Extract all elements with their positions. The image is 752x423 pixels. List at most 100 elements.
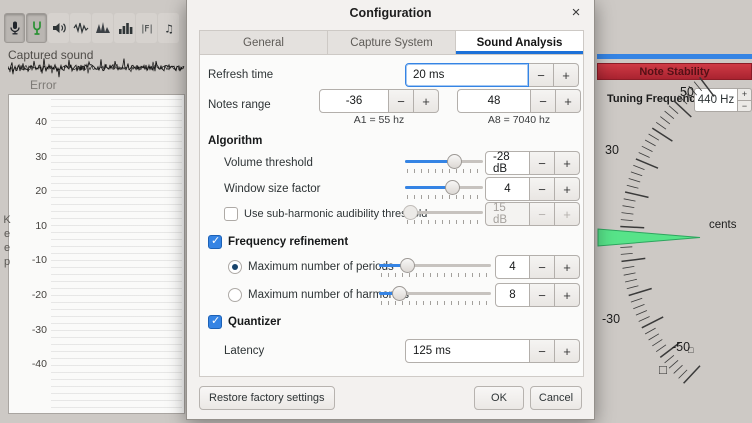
subharmonic-checkbox[interactable] [224,207,238,221]
note-glyph-box-small: □ [688,345,693,355]
error-plot-panel: 40302010-10-20-30-40 [8,94,185,414]
error-plot-gridlines [51,99,182,409]
refresh-time-input[interactable]: 20 ms [405,63,529,87]
max-harmonics-slider[interactable] [379,284,491,306]
ok-button[interactable]: OK [474,386,524,410]
spin-minus-button[interactable]: − [529,63,554,87]
close-icon[interactable]: × [567,4,585,22]
axis-tick-label: -30 [15,324,47,336]
speaker-button[interactable] [48,13,69,43]
notes-range-max-spinner: 48 − + [457,89,581,113]
waveform-button[interactable] [70,13,91,43]
speaker-icon [51,20,67,36]
captured-sound-waveform [8,57,185,79]
waveform-icon [73,20,89,36]
spin-minus-button[interactable]: − [531,89,556,113]
notes-range-min-spinner: -36 − + [319,89,439,113]
spin-plus-button[interactable]: + [556,89,581,113]
spin-minus-button: − [530,202,555,226]
spin-plus-button[interactable]: + [555,255,580,279]
slider-ticks [407,169,481,173]
max-harmonics-radio[interactable] [228,288,242,302]
main-toolbar: |F| ♫ [4,13,179,43]
dialog-tab-bar: General Capture System Sound Analysis [199,30,584,55]
axis-tick-label: 40 [15,116,47,128]
quantizer-label: Quantizer [228,310,281,334]
note-glyph-box: □ [659,362,667,377]
notes-button[interactable]: ♫ [158,13,179,43]
volume-threshold-input[interactable]: -28 dB [485,151,530,175]
spin-plus-button[interactable]: + [555,177,580,201]
formants-button[interactable]: |F| [136,13,157,43]
axis-tick-label: 20 [15,185,47,197]
slider-handle[interactable] [445,180,460,195]
volume-threshold-spinner: -28 dB − + [485,151,580,175]
notes-range-label: Notes range [208,93,271,117]
histogram-icon [117,20,133,36]
slider-handle[interactable] [447,154,462,169]
refresh-time-spinner: 20 ms − + [405,63,579,87]
spin-minus-button[interactable]: − [530,151,555,175]
cents-unit-label: cents [709,219,737,231]
subharmonic-label: Use sub-harmonic audibility threshold [244,202,427,226]
tab-capture-system[interactable]: Capture System [328,31,456,54]
microphone-button[interactable] [4,13,25,43]
axis-tick-label: -20 [15,289,47,301]
volume-threshold-slider[interactable] [405,152,483,174]
cents-gauge [595,70,752,423]
slider-handle [403,205,418,220]
spin-minus-button[interactable]: − [530,283,555,307]
notes-range-max-hint: A8 = 7040 hz [457,113,581,127]
tab-sound-analysis[interactable]: Sound Analysis [456,31,583,54]
max-periods-input[interactable]: 4 [495,255,530,279]
notes-range-min-hint: A1 = 55 hz [319,113,439,127]
gauge-needle [598,229,700,246]
spin-minus-button[interactable]: − [530,339,555,363]
histogram-button[interactable] [114,13,135,43]
app-window: |F| ♫ Captured sound Error 40302010-10-2… [0,0,752,423]
cancel-button[interactable]: Cancel [530,386,582,410]
slider-handle[interactable] [400,258,415,273]
gauge-label-50: 50 [680,85,694,99]
notes-icon: ♫ [161,20,177,36]
spin-plus-button[interactable]: + [554,63,579,87]
configuration-dialog: Configuration × General Capture System S… [186,0,595,420]
spin-minus-button[interactable]: − [530,177,555,201]
window-size-factor-label: Window size factor [224,177,321,201]
tuning-fork-button[interactable] [26,13,47,43]
quantizer-checkbox[interactable] [208,315,222,329]
latency-label: Latency [224,339,264,363]
restore-factory-settings-button[interactable]: Restore factory settings [199,386,335,410]
gauge-label-30: 30 [605,143,619,157]
notes-range-min-input[interactable]: -36 [319,89,389,113]
slider-handle[interactable] [392,286,407,301]
spectrum-icon [95,20,111,36]
max-periods-radio[interactable] [228,260,242,274]
volume-threshold-label: Volume threshold [224,151,313,175]
slider-ticks [381,273,489,277]
spin-plus-button[interactable]: + [555,339,580,363]
max-harmonics-spinner: 8 − + [495,283,580,307]
notes-range-max-input[interactable]: 48 [457,89,531,113]
latency-input[interactable]: 125 ms [405,339,530,363]
slider-ticks [407,220,481,224]
microphone-icon [7,20,23,36]
volume-level-bar [597,54,752,59]
dialog-title: Configuration [187,0,594,26]
refresh-time-label: Refresh time [208,63,273,87]
axis-tick-label: 10 [15,220,47,232]
spin-minus-button[interactable]: − [389,89,414,113]
spin-minus-button[interactable]: − [530,255,555,279]
tab-general[interactable]: General [200,31,328,54]
max-harmonics-input[interactable]: 8 [495,283,530,307]
spin-plus-button[interactable]: + [555,151,580,175]
spin-plus-button[interactable]: + [555,283,580,307]
frequency-refinement-checkbox[interactable] [208,235,222,249]
sound-analysis-panel: Refresh time 20 ms − + Notes range -36 −… [199,55,584,377]
window-size-factor-slider[interactable] [405,178,483,200]
max-periods-slider[interactable] [379,256,491,278]
max-periods-label: Maximum number of periods [248,255,394,279]
spectrum-button[interactable] [92,13,113,43]
spin-plus-button[interactable]: + [414,89,439,113]
window-size-factor-input[interactable]: 4 [485,177,530,201]
